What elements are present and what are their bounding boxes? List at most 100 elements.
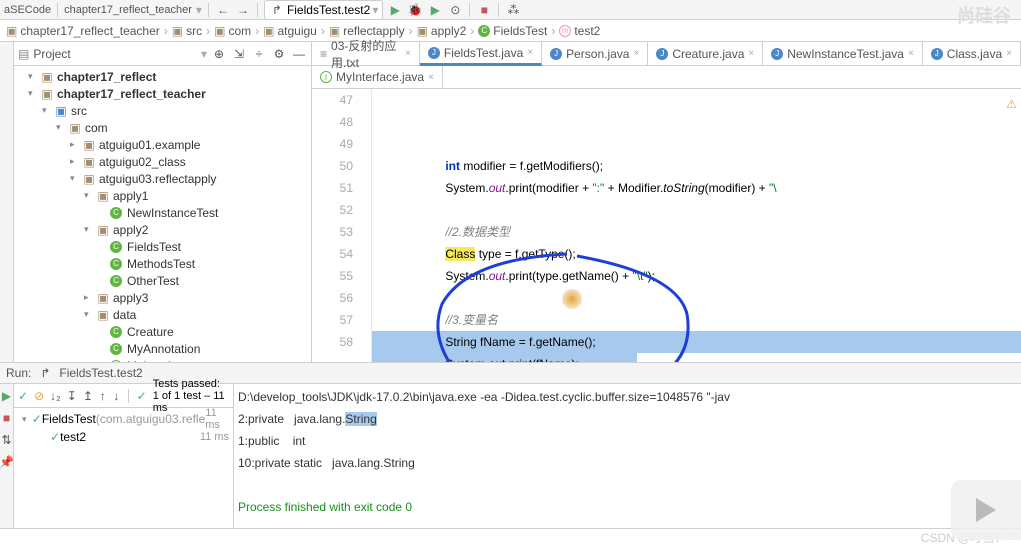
ignore-filter-icon[interactable]: ⊘ — [34, 388, 44, 404]
pass-filter-icon[interactable]: ✓ — [18, 388, 28, 404]
chevron-icon[interactable]: ▾ — [84, 190, 96, 201]
collapse-icon[interactable]: ÷ — [251, 46, 267, 62]
chevron-icon[interactable]: ▾ — [42, 105, 54, 116]
bc-item[interactable]: CFieldsTest — [478, 24, 547, 38]
bc-item[interactable]: mtest2 — [559, 24, 600, 38]
translate-icon[interactable]: ⁂ — [505, 2, 521, 18]
coverage-icon[interactable]: ▶ — [427, 2, 443, 18]
code-line[interactable]: Class type = f.getType(); — [372, 243, 1021, 265]
left-toolbar[interactable] — [0, 42, 14, 362]
bc-item[interactable]: ▣chapter17_reflect_teacher — [6, 24, 160, 38]
back-icon[interactable]: ← — [215, 2, 231, 18]
tree-item[interactable]: ▾▣atguigu03.reflectapply — [14, 170, 311, 187]
tab-label: MyInterface.java — [336, 70, 424, 84]
debug-icon[interactable]: 🐞 — [407, 2, 423, 18]
tree-item[interactable]: ▸▣apply3 — [14, 289, 311, 306]
bc-item[interactable]: ▣apply2 — [417, 24, 467, 38]
expand-icon[interactable]: ↧ — [67, 388, 77, 404]
console-output[interactable]: D:\develop_tools\JDK\jdk-17.0.2\bin\java… — [234, 384, 1021, 528]
test-tree-item[interactable]: ▾✓ FieldsTest (com.atguigu03.refle11 ms — [14, 410, 233, 428]
settings-icon[interactable]: ⚙ — [271, 46, 287, 62]
code-line[interactable]: //3.变量名 — [372, 309, 1021, 331]
close-icon[interactable]: × — [1006, 48, 1012, 59]
code-line[interactable]: System.out.print(fName); — [372, 353, 1021, 362]
profile-icon[interactable]: ⊙ — [447, 2, 463, 18]
prev-icon[interactable]: ↑ — [99, 388, 107, 404]
test-tree-item[interactable]: ✓ test211 ms — [14, 428, 233, 446]
sort-icon[interactable]: ↓₂ — [50, 388, 61, 404]
tree-item[interactable]: ▸▣atguigu01.example — [14, 136, 311, 153]
bc-item[interactable]: ▣com — [214, 24, 251, 38]
project-tree[interactable]: ▾▣chapter17_reflect▾▣chapter17_reflect_t… — [14, 66, 311, 362]
select-opened-icon[interactable]: ⊕ — [211, 46, 227, 62]
chevron-icon[interactable]: ▾ — [70, 173, 82, 184]
close-icon[interactable]: × — [428, 72, 434, 83]
chevron-icon[interactable]: ▸ — [70, 156, 82, 167]
stop-icon[interactable]: ■ — [476, 2, 492, 18]
tree-item[interactable]: ▾▣apply2 — [14, 221, 311, 238]
chevron-icon[interactable]: ▸ — [70, 139, 82, 150]
tree-item[interactable]: CMethodsTest — [14, 255, 311, 272]
editor-tab[interactable]: JFieldsTest.java× — [420, 42, 542, 66]
code-line[interactable]: System.out.print(type.getName() + "\t"); — [372, 265, 1021, 287]
chevron-icon[interactable]: ▾ — [28, 71, 40, 82]
code-line[interactable]: String fName = f.getName(); — [372, 331, 1021, 353]
code-line[interactable]: int modifier = f.getModifiers(); — [372, 155, 1021, 177]
code-line[interactable]: // — [372, 287, 1021, 309]
chevron-icon[interactable]: ▾ — [84, 309, 96, 320]
tree-item[interactable]: ▾▣data — [14, 306, 311, 323]
collapse-icon[interactable]: ↥ — [83, 388, 93, 404]
line-gutter[interactable]: 474849505152535455565758 — [312, 89, 372, 362]
tree-item[interactable]: CMyAnnotation — [14, 340, 311, 357]
editor-tab[interactable]: JClass.java× — [923, 42, 1021, 65]
warning-icon[interactable]: ⚠ — [1006, 93, 1017, 115]
code-line[interactable] — [372, 199, 1021, 221]
close-icon[interactable]: × — [748, 48, 754, 59]
tree-item[interactable]: ▾▣com — [14, 119, 311, 136]
expand-icon[interactable]: ⇲ — [231, 46, 247, 62]
tree-label: MyInterface — [127, 359, 190, 363]
forward-icon[interactable]: → — [235, 2, 251, 18]
tree-item[interactable]: IMyInterface — [14, 357, 311, 362]
code-lines[interactable]: ⚠ int modifier = f.getModifiers(); Syste… — [372, 89, 1021, 362]
tree-item[interactable]: CNewInstanceTest — [14, 204, 311, 221]
editor-tab[interactable]: JCreature.java× — [648, 42, 763, 65]
tree-item[interactable]: CFieldsTest — [14, 238, 311, 255]
close-icon[interactable]: × — [405, 48, 411, 59]
editor-tab[interactable]: IMyInterface.java× — [312, 66, 443, 88]
rerun-icon[interactable]: ▶ — [0, 388, 15, 404]
close-icon[interactable]: × — [527, 47, 533, 58]
run-icon[interactable]: ▶ — [387, 2, 403, 18]
chevron-icon[interactable]: ▸ — [84, 292, 96, 303]
tree-item[interactable]: ▾▣chapter17_reflect_teacher — [14, 85, 311, 102]
editor-tab[interactable]: JPerson.java× — [542, 42, 648, 65]
video-overlay-control[interactable] — [951, 480, 1021, 540]
bc-item[interactable]: ▣src — [172, 24, 202, 38]
hide-icon[interactable]: — — [291, 46, 307, 62]
code-line[interactable]: System.out.print(modifier + ":" + Modifi… — [372, 177, 1021, 199]
tree-item[interactable]: COtherTest — [14, 272, 311, 289]
tree-item[interactable]: ▾▣apply1 — [14, 187, 311, 204]
code-area[interactable]: 474849505152535455565758 ⚠ int modifier … — [312, 89, 1021, 362]
close-icon[interactable]: × — [633, 48, 639, 59]
class-icon: C — [110, 343, 124, 355]
layout-icon[interactable]: ⇅ — [0, 432, 15, 448]
close-icon[interactable]: × — [908, 48, 914, 59]
next-icon[interactable]: ↓ — [113, 388, 121, 404]
bc-item[interactable]: ▣atguigu — [263, 24, 317, 38]
pin-icon[interactable]: 📌 — [0, 454, 15, 470]
chevron-icon[interactable]: ▾ — [84, 224, 96, 235]
tree-item[interactable]: ▸▣atguigu02_class — [14, 153, 311, 170]
tree-item[interactable]: CCreature — [14, 323, 311, 340]
bc-item[interactable]: ▣reflectapply — [329, 24, 405, 38]
tree-item[interactable]: ▾▣chapter17_reflect — [14, 68, 311, 85]
stop-icon[interactable]: ■ — [0, 410, 15, 426]
java-file-icon: J — [428, 47, 440, 59]
run-config-dropdown[interactable]: ↱FieldsTest.test2▾ — [264, 0, 383, 20]
tree-item[interactable]: ▾▣src — [14, 102, 311, 119]
chevron-icon[interactable]: ▾ — [28, 88, 40, 99]
code-line[interactable]: //2.数据类型 — [372, 221, 1021, 243]
editor-tab[interactable]: ≡03-反射的应用.txt× — [312, 42, 420, 65]
chevron-icon[interactable]: ▾ — [56, 122, 68, 133]
editor-tab[interactable]: JNewInstanceTest.java× — [763, 42, 923, 65]
